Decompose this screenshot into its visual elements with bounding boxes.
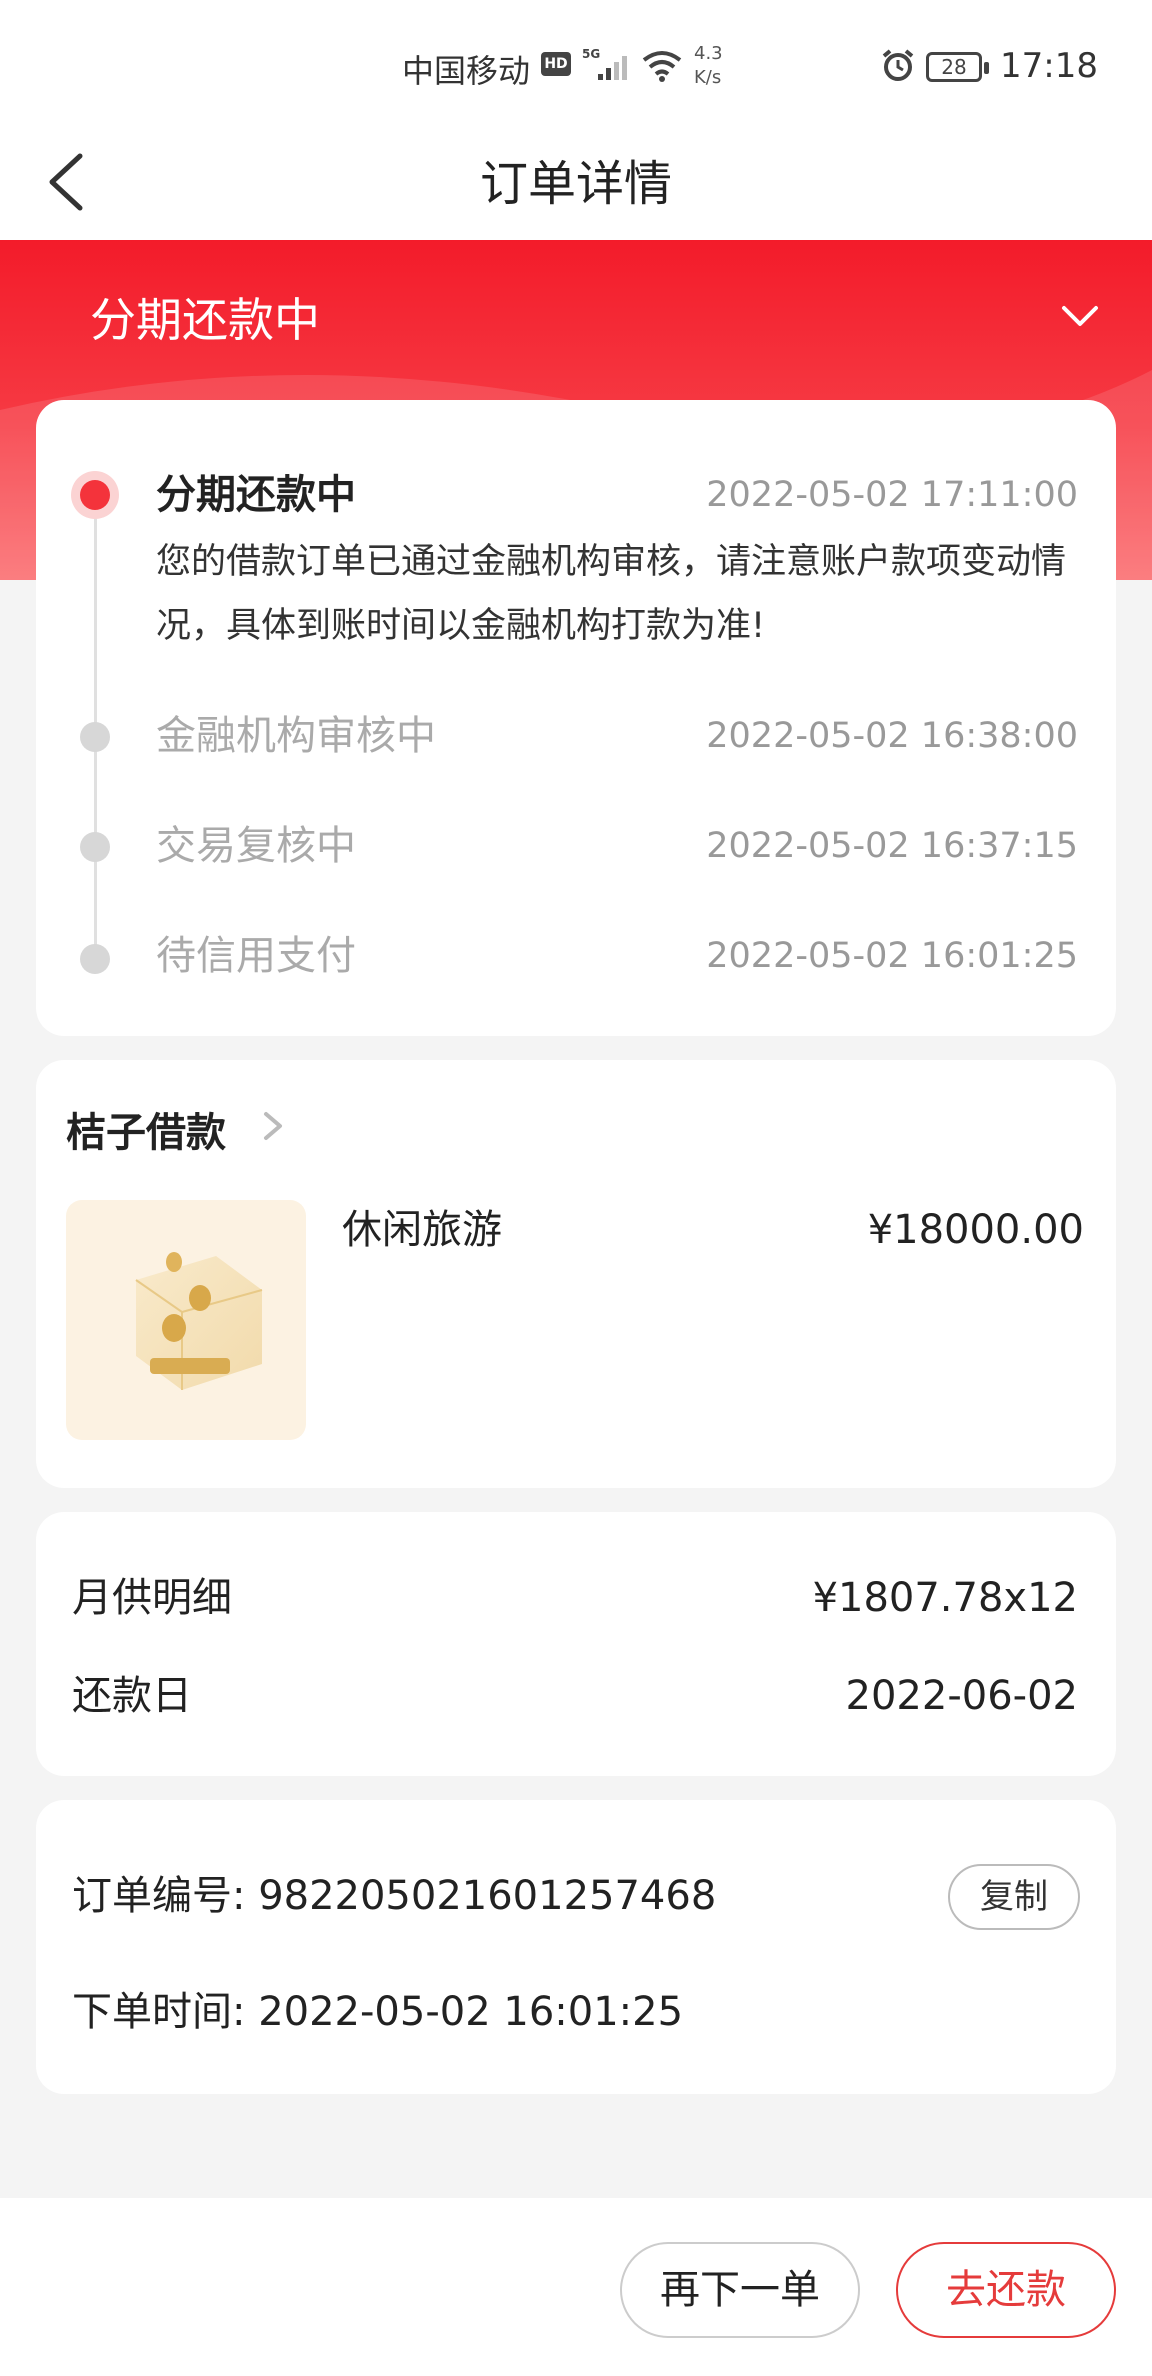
network-speed-value: 4.3 xyxy=(694,43,723,64)
cellular-signal-icon: 5G xyxy=(582,46,634,86)
network-type-label: 5G xyxy=(582,47,600,61)
timeline-step-time: 2022-05-02 16:38:00 xyxy=(706,716,1078,756)
timeline-step-time: 2022-05-02 17:11:00 xyxy=(706,475,1078,515)
bottom-action-bar: 再下一单 去还款 xyxy=(0,2198,1152,2376)
network-speed-unit: K/s xyxy=(694,67,722,88)
hd-badge: HD xyxy=(541,52,571,76)
timeline-step-time: 2022-05-02 16:37:15 xyxy=(706,826,1078,866)
progress-timeline-card: 分期还款中 2022-05-02 17:11:00 您的借款订单已通过金融机构审… xyxy=(36,400,1116,1036)
coin-box-icon xyxy=(135,1252,263,1390)
repayment-detail-card: 月供明细 ¥1807.78x12 还款日 2022-06-02 xyxy=(36,1512,1116,1776)
status-bar: 中国移动 HD 5G 4.3 K/s 28 17:18 xyxy=(0,0,1152,132)
clock-time: 17:18 xyxy=(1000,46,1098,86)
repay-button[interactable]: 去还款 xyxy=(896,2242,1116,2338)
monthly-payment-value: ¥1807.78x12 xyxy=(812,1575,1078,1621)
page-title: 订单详情 xyxy=(479,156,672,212)
provider-link[interactable]: 桔子借款 xyxy=(66,1100,226,1158)
timeline-step-description: 您的借款订单已通过金融机构审核，请注意账户款项变动情况，具体到账时间以金融机构打… xyxy=(156,542,1067,646)
reorder-button[interactable]: 再下一单 xyxy=(620,2242,860,2338)
network-speed: 4.3 K/s xyxy=(694,42,723,90)
timeline-step-title: 交易复核中 xyxy=(156,823,356,869)
alarm-icon xyxy=(880,48,916,88)
carrier-name: 中国移动 xyxy=(402,52,531,90)
repayment-date-value: 2022-06-02 xyxy=(845,1673,1078,1719)
nav-bar: 订单详情 xyxy=(0,132,1152,240)
timeline-dot-active xyxy=(80,480,110,510)
order-time: 下单时间: 2022-05-02 16:01:25 xyxy=(72,1989,684,2035)
timeline-step-title: 分期还款中 xyxy=(156,472,356,518)
expand-status-toggle[interactable] xyxy=(1058,296,1102,340)
timeline-step-time: 2022-05-02 16:01:25 xyxy=(706,936,1078,976)
monthly-payment-label: 月供明细 xyxy=(72,1575,232,1621)
chevron-down-icon xyxy=(1062,306,1098,326)
order-info-card: 订单编号: 982205021601257468 复制 下单时间: 2022-0… xyxy=(36,1800,1116,2094)
timeline-step-title: 金融机构审核中 xyxy=(156,713,436,759)
timeline-step-title: 待信用支付 xyxy=(156,933,356,979)
product-price: ¥18000.00 xyxy=(867,1207,1084,1253)
product-image xyxy=(66,1200,306,1440)
order-status-title: 分期还款中 xyxy=(90,293,320,347)
chevron-right-icon[interactable] xyxy=(258,1106,288,1150)
timeline-dot xyxy=(80,722,110,752)
timeline-dot xyxy=(80,832,110,862)
copy-order-number-button[interactable]: 复制 xyxy=(948,1864,1080,1930)
battery-icon: 28 xyxy=(926,52,989,82)
repayment-date-label: 还款日 xyxy=(72,1673,192,1719)
product-name: 休闲旅游 xyxy=(342,1207,502,1253)
order-number: 订单编号: 982205021601257468 xyxy=(72,1873,717,1919)
timeline-dot xyxy=(80,944,110,974)
wifi-icon xyxy=(640,48,684,86)
product-card: 桔子借款 休闲旅游 ¥18000.00 xyxy=(36,1060,1116,1488)
